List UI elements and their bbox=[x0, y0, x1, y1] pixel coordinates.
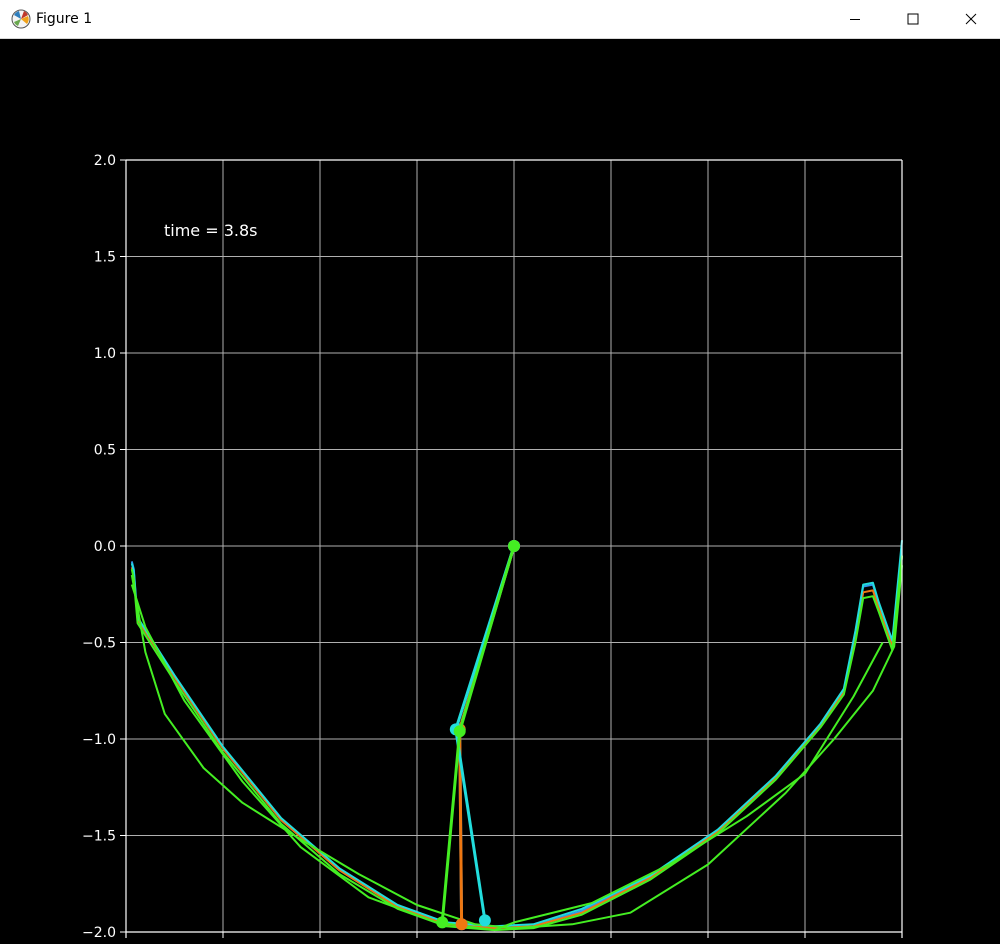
pendulums bbox=[436, 540, 520, 931]
pendulum-bob bbox=[436, 916, 449, 929]
trace-line bbox=[130, 584, 884, 932]
pendulum-arm bbox=[458, 545, 516, 925]
title-bar[interactable]: Figure 1 bbox=[0, 0, 1000, 39]
time-annotation: time = 3.8s bbox=[164, 221, 258, 240]
y-tick-label: 1.5 bbox=[94, 250, 116, 266]
trace-line bbox=[130, 555, 903, 932]
trace-line bbox=[130, 540, 903, 928]
figure-window: Figure 1 2.0 1.5 1.0 0.5 0.0 −0.5 −1.0 −1.5 −2.0… bbox=[0, 0, 1000, 944]
y-tick-label: 0.5 bbox=[94, 443, 116, 459]
trace-line bbox=[130, 555, 903, 930]
pendulum-arm bbox=[458, 545, 516, 925]
y-tick-label: 2.0 bbox=[94, 153, 116, 169]
y-tick-label: −1.5 bbox=[82, 829, 116, 845]
pendulum-bob bbox=[455, 918, 468, 931]
window-title: Figure 1 bbox=[36, 11, 93, 27]
close-button[interactable] bbox=[942, 0, 1000, 38]
y-tick-label: −2.0 bbox=[82, 925, 116, 941]
minimize-button[interactable] bbox=[826, 0, 884, 38]
y-tick-label: −1.0 bbox=[82, 732, 116, 748]
maximize-button[interactable] bbox=[884, 0, 942, 38]
plot-area: 2.0 1.5 1.0 0.5 0.0 −0.5 −1.0 −1.5 −2.0 time = 3… bbox=[82, 153, 903, 941]
trace-line bbox=[130, 565, 903, 930]
close-icon bbox=[965, 13, 977, 25]
matplotlib-icon bbox=[11, 9, 31, 29]
maximize-icon bbox=[907, 13, 919, 25]
pendulum-bob bbox=[453, 725, 466, 738]
trace-line bbox=[130, 555, 903, 930]
y-tick-label: 1.0 bbox=[94, 346, 116, 362]
minimize-icon bbox=[850, 19, 860, 20]
y-tick-label: 0.0 bbox=[94, 539, 116, 555]
pendulum-bob bbox=[508, 540, 520, 552]
y-tick-label: −0.5 bbox=[82, 636, 116, 652]
traces bbox=[130, 540, 903, 932]
ticks: 2.0 1.5 1.0 0.5 0.0 −0.5 −1.0 −1.5 −2.0 bbox=[82, 153, 903, 941]
pendulum-bob bbox=[478, 914, 491, 927]
